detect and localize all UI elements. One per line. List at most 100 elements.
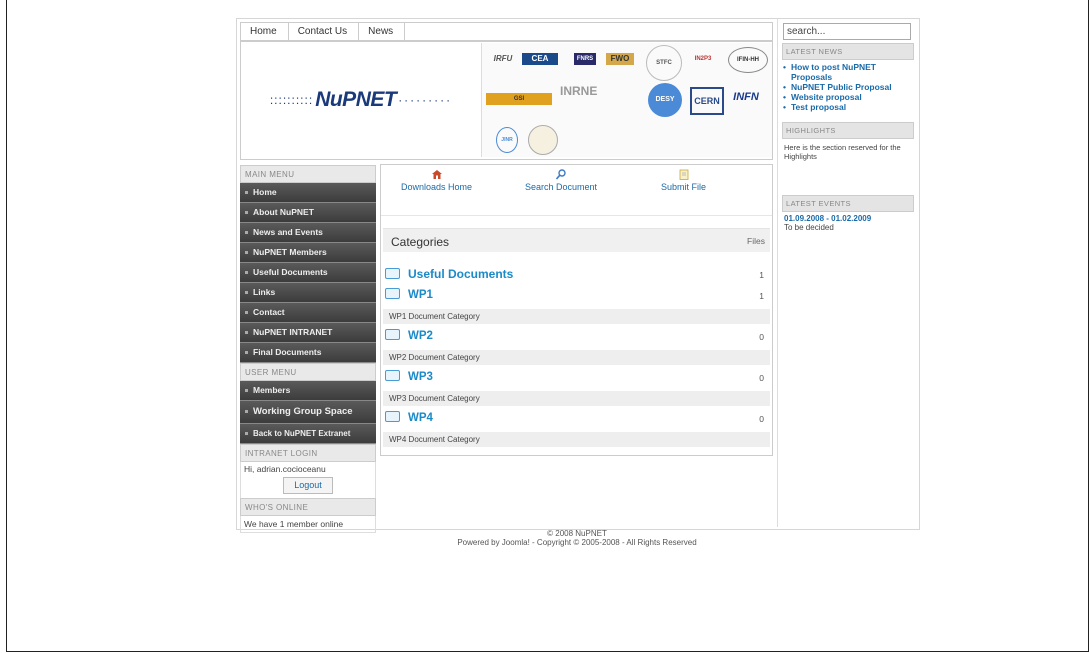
highlights-text: Here is the section reserved for the Hig… xyxy=(784,143,901,161)
page-container: Home Contact Us News :::::::::: NuPNET ···… xyxy=(236,18,920,533)
partner-logo-jinr: JINR xyxy=(496,127,518,153)
bullet-icon xyxy=(245,311,248,315)
login-greeting: Hi, adrian.cocioceanu xyxy=(244,464,326,474)
brand-name: NuPNET xyxy=(315,88,397,111)
news-link[interactable]: Website proposal xyxy=(782,92,914,102)
main-menu-title: MAIN MENU xyxy=(240,165,376,183)
right-sidebar: search... LATEST NEWS How to post NuPNET… xyxy=(777,19,918,527)
news-link[interactable]: NuPNET Public Proposal xyxy=(782,82,914,92)
bullet-icon xyxy=(245,291,248,295)
menu-item-useful-documents[interactable]: Useful Documents xyxy=(240,263,376,283)
menu-item-user-members[interactable]: Members xyxy=(240,381,376,401)
partner-logo-emblem xyxy=(528,125,558,155)
folder-icon xyxy=(385,411,400,422)
files-label: Files xyxy=(747,236,765,246)
downloads-home-button[interactable]: Downloads Home xyxy=(401,169,472,192)
menu-item-intranet[interactable]: NuPNET INTRANET xyxy=(240,323,376,343)
partner-logo-stfc: STFC xyxy=(646,45,682,81)
search-input[interactable]: search... xyxy=(783,23,911,40)
partner-logo-infn: INFN xyxy=(733,91,759,103)
logout-button[interactable]: Logout xyxy=(283,477,333,494)
bullet-icon xyxy=(245,211,248,215)
page-footer: © 2008 NuPNET Powered by Joomla! - Copyr… xyxy=(236,529,918,547)
category-file-count: 1 xyxy=(759,270,764,280)
topnav-home-link[interactable]: Home xyxy=(241,23,289,40)
file-upload-icon xyxy=(679,169,688,180)
category-description: WP2 Document Category xyxy=(383,350,770,365)
news-link[interactable]: How to post NuPNET Proposals xyxy=(782,62,914,82)
footer-powered-by: Powered by Joomla! - Copyright © 2005-20… xyxy=(457,538,697,547)
partner-logo-desy: DESY xyxy=(648,83,682,117)
user-menu-title: USER MENU xyxy=(240,363,376,381)
folder-icon xyxy=(385,329,400,340)
bullet-icon xyxy=(245,251,248,255)
home-icon xyxy=(431,170,442,179)
latest-events-section: LATEST EVENTS 01.09.2008 - 01.02.2009 To… xyxy=(782,195,914,232)
site-logo[interactable]: :::::::::: NuPNET ········· xyxy=(242,43,480,157)
partner-logo-cern: CERN xyxy=(690,87,724,115)
event-description: To be decided xyxy=(784,223,834,232)
menu-item-contact[interactable]: Contact xyxy=(240,303,376,323)
menu-item-about[interactable]: About NuPNET xyxy=(240,203,376,223)
search-icon xyxy=(555,169,566,180)
login-panel: Hi, adrian.cocioceanu Logout xyxy=(240,462,376,498)
category-file-count: 0 xyxy=(759,414,764,424)
partner-logo-inrne: INRNE xyxy=(560,84,598,98)
news-link[interactable]: Test proposal xyxy=(782,102,914,112)
partner-logo-ifin: IFIN-HH xyxy=(728,47,768,73)
menu-item-links[interactable]: Links xyxy=(240,283,376,303)
submit-file-button[interactable]: Submit File xyxy=(661,169,706,192)
footer-copyright: © 2008 NuPNET xyxy=(547,529,607,538)
highlights-title: HIGHLIGHTS xyxy=(782,122,914,139)
folder-icon xyxy=(385,268,400,279)
categories-header: Categories Files xyxy=(383,228,770,252)
categories-label: Categories xyxy=(391,235,450,249)
partner-logo-fwo: FWO xyxy=(606,53,634,65)
menu-item-news-events[interactable]: News and Events xyxy=(240,223,376,243)
downloads-toolbar: Downloads Home Search Document Submit Fi… xyxy=(381,165,772,216)
partner-logo-cea: CEA xyxy=(522,53,558,65)
site-header: :::::::::: NuPNET ········· IRFU CEA FNRS … xyxy=(240,41,773,160)
category-link[interactable]: WP4 xyxy=(385,411,433,429)
partner-logo-in2p3: IN2P3 xyxy=(694,56,712,62)
highlights-section: HIGHLIGHTS Here is the section reserved … xyxy=(782,122,914,165)
bullet-icon xyxy=(245,331,248,335)
latest-news-title: LATEST NEWS xyxy=(782,43,914,60)
folder-icon xyxy=(385,288,400,299)
menu-item-members[interactable]: NuPNET Members xyxy=(240,243,376,263)
partner-logo-fnrs: FNRS xyxy=(574,53,596,65)
top-navigation: Home Contact Us News xyxy=(240,22,773,41)
category-link[interactable]: WP2 xyxy=(385,329,433,347)
partner-logo-irfu: IRFU xyxy=(493,54,513,63)
bullet-icon xyxy=(245,231,248,235)
menu-item-home[interactable]: Home xyxy=(240,183,376,203)
partner-logos: IRFU CEA FNRS FWO STFC IN2P3 IFIN-HH GSI… xyxy=(481,43,772,157)
menu-item-working-group[interactable]: Working Group Space xyxy=(240,401,376,424)
main-content: Downloads Home Search Document Submit Fi… xyxy=(380,164,773,456)
folder-icon xyxy=(385,370,400,381)
category-description: WP4 Document Category xyxy=(383,432,770,447)
category-file-count: 0 xyxy=(759,332,764,342)
menu-item-final-documents[interactable]: Final Documents xyxy=(240,343,376,363)
category-link[interactable]: WP3 xyxy=(385,370,433,388)
topnav-contact-link[interactable]: Contact Us xyxy=(289,23,360,40)
left-sidebar: MAIN MENU Home About NuPNET News and Eve… xyxy=(240,165,376,533)
menu-item-back-extranet[interactable]: Back to NuPNET Extranet xyxy=(240,424,376,444)
category-link[interactable]: Useful Documents xyxy=(385,267,513,285)
bullet-icon xyxy=(245,351,248,355)
event-date-link[interactable]: 01.09.2008 - 01.02.2009 xyxy=(782,212,914,223)
search-document-button[interactable]: Search Document xyxy=(525,169,597,192)
bullet-icon xyxy=(245,389,248,393)
whos-online-title: WHO'S ONLINE xyxy=(240,498,376,516)
topnav-news-link[interactable]: News xyxy=(359,23,406,40)
category-link[interactable]: WP1 xyxy=(385,288,433,306)
category-file-count: 0 xyxy=(759,373,764,383)
category-description: WP3 Document Category xyxy=(383,391,770,406)
category-file-count: 1 xyxy=(759,291,764,301)
latest-events-title: LATEST EVENTS xyxy=(782,195,914,212)
bullet-icon xyxy=(245,432,248,436)
intranet-login-title: INTRANET LOGIN xyxy=(240,444,376,462)
bullet-icon xyxy=(245,191,248,195)
bullet-icon xyxy=(245,409,248,413)
category-description: WP1 Document Category xyxy=(383,309,770,324)
